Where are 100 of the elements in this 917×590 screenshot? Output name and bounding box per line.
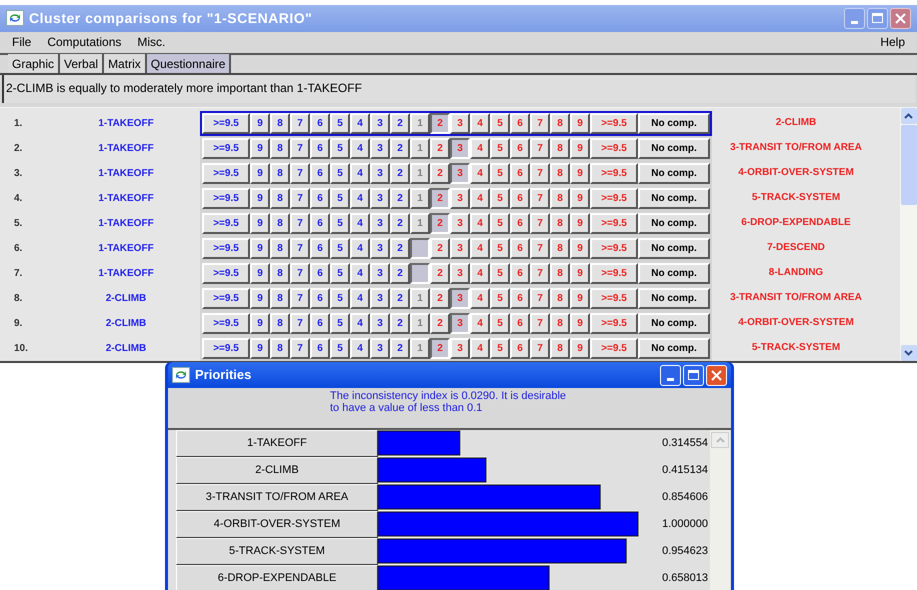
- menu-item[interactable]: Misc.: [137, 33, 166, 52]
- rating-button[interactable]: 6: [310, 338, 330, 359]
- rating-button[interactable]: No comp.: [638, 288, 710, 309]
- scroll-down-icon[interactable]: [900, 344, 916, 361]
- rating-button[interactable]: No comp.: [638, 312, 710, 334]
- rating-button[interactable]: >=9.5: [590, 112, 638, 134]
- rating-button[interactable]: 6: [310, 288, 330, 309]
- rating-button[interactable]: 9: [250, 312, 270, 334]
- rating-button[interactable]: 9: [250, 212, 270, 234]
- rating-button[interactable]: >=9.5: [202, 112, 250, 134]
- rating-button[interactable]: 4: [350, 312, 370, 334]
- rating-button[interactable]: 6: [310, 212, 330, 234]
- rating-button[interactable]: 6: [510, 338, 530, 359]
- rating-button[interactable]: 8: [550, 112, 570, 134]
- rating-button[interactable]: >=9.5: [202, 262, 250, 284]
- rating-button[interactable]: [410, 262, 430, 284]
- rating-button[interactable]: [410, 238, 430, 259]
- rating-button[interactable]: 5: [330, 312, 350, 334]
- rating-button[interactable]: 3: [370, 238, 390, 259]
- rating-button[interactable]: 3: [450, 338, 470, 359]
- rating-button[interactable]: 5: [330, 338, 350, 359]
- scrollbar[interactable]: [900, 108, 917, 361]
- rating-button[interactable]: 6: [510, 262, 530, 284]
- rating-button[interactable]: 3: [370, 162, 390, 184]
- rating-button[interactable]: 4: [470, 288, 490, 309]
- rating-button[interactable]: No comp.: [638, 338, 710, 359]
- rating-button[interactable]: 2: [430, 262, 450, 284]
- rating-button[interactable]: 9: [250, 288, 270, 309]
- rating-button[interactable]: 9: [570, 188, 590, 209]
- rating-button[interactable]: 4: [350, 338, 370, 359]
- rating-button[interactable]: 3: [370, 212, 390, 234]
- rating-button[interactable]: 3: [370, 338, 390, 359]
- rating-button[interactable]: 2: [430, 138, 450, 159]
- rating-button[interactable]: 4: [470, 112, 490, 134]
- rating-button[interactable]: 2: [390, 212, 410, 234]
- rating-button[interactable]: 8: [550, 162, 570, 184]
- rating-button[interactable]: 7: [290, 288, 310, 309]
- rating-button[interactable]: >=9.5: [202, 138, 250, 159]
- rating-button[interactable]: 7: [290, 212, 310, 234]
- rating-button[interactable]: 9: [250, 188, 270, 209]
- rating-button[interactable]: >=9.5: [590, 312, 638, 334]
- rating-button[interactable]: 6: [310, 188, 330, 209]
- menu-item[interactable]: Computations: [47, 33, 122, 52]
- tab[interactable]: Matrix: [104, 54, 147, 74]
- rating-button[interactable]: 3: [370, 112, 390, 134]
- rating-button[interactable]: 4: [350, 288, 370, 309]
- rating-button[interactable]: 5: [490, 162, 510, 184]
- rating-button[interactable]: 5: [330, 162, 350, 184]
- rating-button[interactable]: 4: [350, 212, 370, 234]
- rating-button[interactable]: 2: [430, 288, 450, 309]
- rating-button[interactable]: 7: [530, 138, 550, 159]
- rating-button[interactable]: 5: [330, 262, 350, 284]
- tab[interactable]: Graphic: [8, 54, 60, 74]
- rating-button[interactable]: 2: [430, 162, 450, 184]
- rating-button[interactable]: 6: [510, 212, 530, 234]
- rating-button[interactable]: 9: [250, 238, 270, 259]
- rating-button[interactable]: 4: [350, 262, 370, 284]
- rating-button[interactable]: 2: [390, 288, 410, 309]
- rating-button[interactable]: 8: [270, 238, 290, 259]
- rating-button[interactable]: 8: [270, 138, 290, 159]
- rating-button[interactable]: >=9.5: [590, 188, 638, 209]
- rating-button[interactable]: >=9.5: [202, 162, 250, 184]
- rating-button[interactable]: No comp.: [638, 262, 710, 284]
- rating-button[interactable]: 6: [510, 288, 530, 309]
- rating-button[interactable]: >=9.5: [202, 212, 250, 234]
- rating-button[interactable]: 2: [390, 138, 410, 159]
- rating-button[interactable]: 8: [270, 288, 290, 309]
- rating-button[interactable]: 4: [350, 188, 370, 209]
- rating-button[interactable]: 6: [310, 138, 330, 159]
- rating-button[interactable]: >=9.5: [202, 238, 250, 259]
- rating-button[interactable]: 5: [490, 312, 510, 334]
- rating-button[interactable]: 7: [530, 188, 550, 209]
- rating-button[interactable]: >=9.5: [202, 188, 250, 209]
- rating-button[interactable]: 4: [470, 162, 490, 184]
- tab[interactable]: Verbal: [60, 54, 104, 74]
- rating-button[interactable]: 9: [250, 338, 270, 359]
- rating-button[interactable]: 6: [510, 138, 530, 159]
- rating-button[interactable]: 3: [450, 238, 470, 259]
- rating-button[interactable]: 9: [250, 112, 270, 134]
- rating-button[interactable]: 7: [530, 288, 550, 309]
- rating-button[interactable]: 7: [290, 338, 310, 359]
- rating-button[interactable]: 6: [310, 162, 330, 184]
- scroll-thumb[interactable]: [900, 124, 916, 205]
- rating-button[interactable]: >=9.5: [590, 212, 638, 234]
- rating-button[interactable]: 4: [470, 338, 490, 359]
- minimize-button[interactable]: [844, 8, 865, 29]
- rating-button[interactable]: 3: [370, 188, 390, 209]
- rating-button[interactable]: 6: [510, 162, 530, 184]
- rating-button[interactable]: No comp.: [638, 238, 710, 259]
- menu-item[interactable]: Help: [880, 33, 905, 52]
- rating-button[interactable]: >=9.5: [202, 288, 250, 309]
- rating-button[interactable]: 9: [570, 112, 590, 134]
- rating-button[interactable]: 4: [350, 238, 370, 259]
- rating-button[interactable]: 4: [350, 112, 370, 134]
- rating-button[interactable]: 9: [570, 312, 590, 334]
- rating-button[interactable]: 2: [430, 238, 450, 259]
- rating-button[interactable]: 5: [490, 212, 510, 234]
- rating-button[interactable]: 8: [270, 338, 290, 359]
- rating-button[interactable]: 8: [550, 188, 570, 209]
- rating-button[interactable]: 4: [470, 262, 490, 284]
